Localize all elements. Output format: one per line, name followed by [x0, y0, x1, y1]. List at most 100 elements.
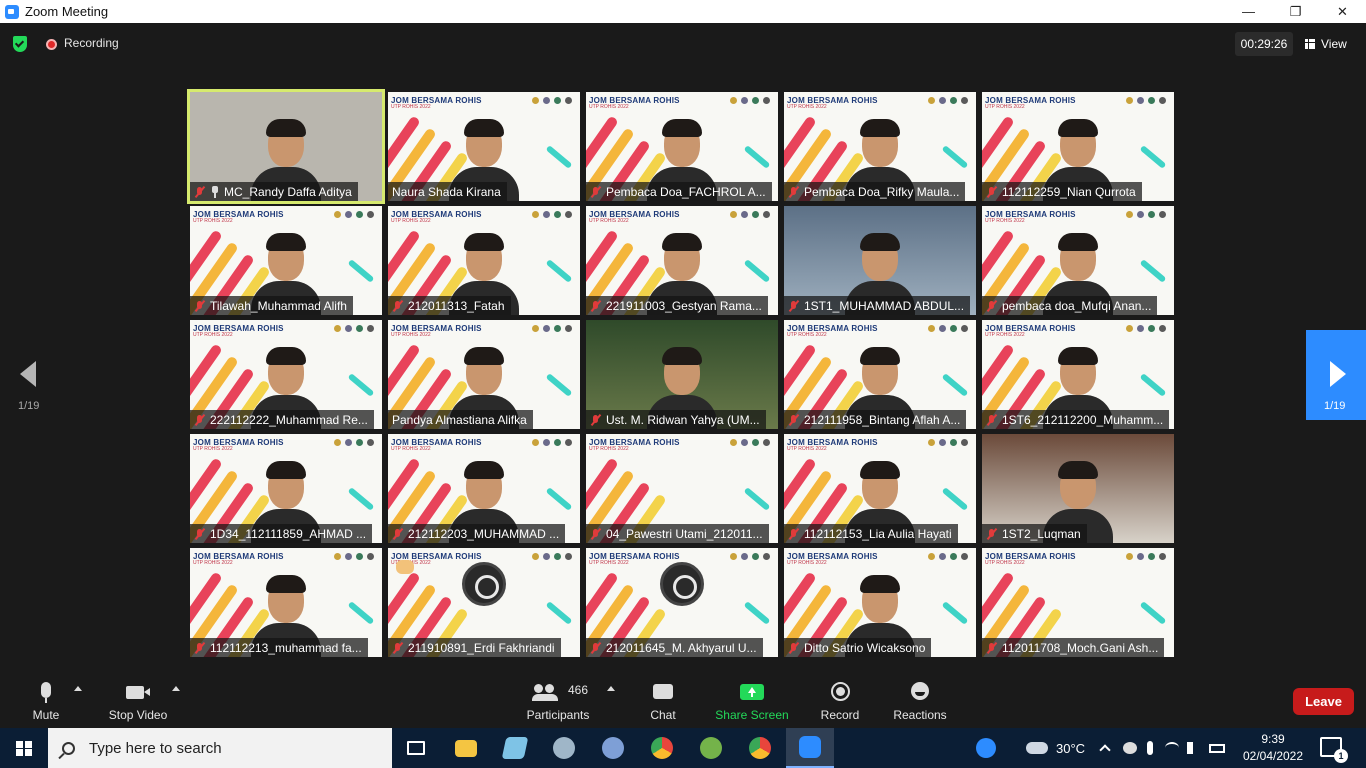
sponsor-logos — [1126, 553, 1166, 560]
taskbar-qgis[interactable] — [687, 728, 735, 768]
participant-tile[interactable]: 1ST2_Luqman — [982, 434, 1174, 543]
participant-tile[interactable]: 1ST1_MUHAMMAD ABDUL... — [784, 206, 976, 315]
participant-tile[interactable]: JOM BERSAMA ROHIS UTP ROHIS 2022 1ST6_2121… — [982, 320, 1174, 429]
audio-options-chevron-icon[interactable] — [74, 686, 82, 691]
view-button[interactable]: View — [1305, 32, 1347, 56]
mute-button[interactable]: Mute — [26, 672, 66, 728]
participant-tile[interactable]: JOM BERSAMA ROHIS UTP ROHIS 2022 212111958… — [784, 320, 976, 429]
stop-video-button[interactable]: Stop Video — [104, 672, 172, 728]
event-logo-sub: UTP ROHIS 2022 — [589, 560, 629, 566]
participant-tile[interactable]: JOM BERSAMA ROHIS UTP ROHIS 2022 212112203… — [388, 434, 580, 543]
participant-name: 221911003_Gestyan Rama... — [606, 298, 762, 313]
event-logo-sub: UTP ROHIS 2022 — [391, 218, 431, 224]
minimize-button[interactable]: — — [1225, 0, 1272, 23]
participant-tile[interactable]: JOM BERSAMA ROHISUTP ROHIS 2022211910891… — [388, 548, 580, 657]
chat-bubble-icon — [653, 684, 673, 699]
sponsor-logos — [532, 553, 572, 560]
tray-overflow-chevron-icon[interactable] — [1099, 744, 1111, 756]
participant-tile[interactable]: JOM BERSAMA ROHIS UTP ROHIS 2022 212011313… — [388, 206, 580, 315]
start-button[interactable] — [0, 728, 48, 768]
weather-temperature[interactable]: 30°C — [1056, 741, 1085, 756]
reactions-button[interactable]: Reactions — [892, 672, 948, 728]
participant-nameplate: Pandya Almastiana Alifka — [388, 410, 533, 429]
participant-tile[interactable]: JOM BERSAMA ROHIS UTP ROHIS 2022 112112259… — [982, 92, 1174, 201]
chat-button[interactable]: Chat — [642, 672, 684, 728]
participant-name: 212011645_M. Akhyarul U... — [606, 640, 757, 655]
taskbar-app-r[interactable] — [589, 728, 637, 768]
video-options-chevron-icon[interactable] — [172, 686, 180, 691]
participant-tile[interactable]: JOM BERSAMA ROHIS UTP ROHIS 2022 Ditto Sat… — [784, 548, 976, 657]
participant-tile[interactable]: JOM BERSAMA ROHIS UTP ROHIS 2022 112112213… — [190, 548, 382, 657]
participant-name: Pembaca Doa_FACHROL A... — [606, 184, 766, 199]
record-button[interactable]: Record — [818, 672, 862, 728]
participant-name: 1ST1_MUHAMMAD ABDUL... — [804, 298, 965, 313]
help-icon[interactable] — [976, 738, 996, 758]
security-shield-icon[interactable] — [13, 36, 27, 52]
background-accent — [545, 145, 573, 169]
sponsor-logos — [334, 211, 374, 218]
participant-tile[interactable]: JOM BERSAMA ROHIS UTP ROHIS 2022 04_Pawest… — [586, 434, 778, 543]
participant-tile[interactable]: JOM BERSAMA ROHIS UTP ROHIS 2022 pembaca d… — [982, 206, 1174, 315]
battery-icon[interactable] — [1209, 743, 1226, 753]
share-screen-button[interactable]: Share Screen — [714, 672, 790, 728]
participant-tile[interactable]: JOM BERSAMA ROHIS UTP ROHIS 2022 221911003… — [586, 206, 778, 315]
participant-tile[interactable]: MC_Randy Daffa Aditya — [187, 89, 385, 204]
close-button[interactable]: ✕ — [1319, 0, 1366, 23]
next-page-label: 1/19 — [1324, 400, 1346, 412]
recording-label[interactable]: Recording — [64, 36, 119, 50]
event-logo-sub: UTP ROHIS 2022 — [391, 104, 431, 110]
taskbar-clock[interactable]: 9:39 02/04/2022 — [1240, 731, 1306, 765]
participant-name: 112011708_Moch.Gani Ash... — [1002, 640, 1159, 655]
event-logo-sub: UTP ROHIS 2022 — [193, 332, 233, 338]
event-logo-sub: UTP ROHIS 2022 — [787, 560, 827, 566]
participant-tile[interactable]: JOM BERSAMA ROHIS UTP ROHIS 2022 112112153… — [784, 434, 976, 543]
sponsor-logos — [730, 439, 770, 446]
participant-tile[interactable]: JOM BERSAMA ROHIS UTP ROHIS 2022 Tilawah_M… — [190, 206, 382, 315]
share-screen-icon — [740, 684, 764, 700]
participant-name: Ust. M. Ridwan Yahya (UM... — [606, 412, 760, 427]
task-view-button[interactable] — [392, 728, 440, 768]
taskbar-file-explorer[interactable] — [442, 728, 490, 768]
muted-mic-icon — [194, 300, 206, 312]
muted-mic-icon — [194, 642, 206, 654]
participants-button[interactable]: 466 Participants — [522, 672, 594, 728]
taskbar-search-box[interactable]: Type here to search — [48, 728, 392, 768]
network-status-icon[interactable] — [1123, 742, 1138, 754]
task-view-icon — [407, 741, 425, 755]
participant-tile[interactable]: Ust. M. Ridwan Yahya (UM... — [586, 320, 778, 429]
participant-nameplate: 112112153_Lia Aulia Hayati — [784, 524, 958, 543]
taskbar-chrome-profile[interactable] — [736, 728, 784, 768]
next-page-button[interactable]: 1/19 — [1306, 330, 1366, 420]
notification-center-icon[interactable]: 1 — [1320, 737, 1348, 763]
event-logo-sub: UTP ROHIS 2022 — [391, 332, 431, 338]
background-accent — [347, 487, 375, 511]
background-accent — [941, 487, 969, 511]
background-accent — [545, 259, 573, 283]
participant-tile[interactable]: JOM BERSAMA ROHIS UTP ROHIS 2022 Naura Sha… — [388, 92, 580, 201]
participant-tile[interactable]: JOM BERSAMA ROHIS UTP ROHIS 2022 Pandya Al… — [388, 320, 580, 429]
wifi-icon[interactable] — [1165, 742, 1180, 754]
speaker-icon[interactable] — [1187, 742, 1199, 754]
previous-page-button[interactable]: 1/19 — [0, 330, 60, 420]
taskbar-app-notes[interactable] — [491, 728, 539, 768]
participant-name: 112112213_muhammad fa... — [210, 640, 362, 655]
mute-label: Mute — [32, 708, 60, 722]
microphone-tray-icon[interactable] — [1147, 741, 1154, 755]
taskbar-app-gears[interactable] — [540, 728, 588, 768]
participant-tile[interactable]: JOM BERSAMA ROHIS UTP ROHIS 2022 1D34_1121… — [190, 434, 382, 543]
participant-name: Naura Shada Kirana — [392, 184, 501, 199]
sponsor-logos — [928, 553, 968, 560]
maximize-button[interactable]: ❐ — [1272, 0, 1319, 23]
participant-nameplate: 212112203_MUHAMMAD ... — [388, 524, 566, 543]
record-icon — [831, 682, 850, 701]
participant-tile[interactable]: JOM BERSAMA ROHIS UTP ROHIS 2022 Pembaca D… — [784, 92, 976, 201]
participant-tile[interactable]: JOM BERSAMA ROHIS UTP ROHIS 2022 Pembaca D… — [586, 92, 778, 201]
participant-tile[interactable]: JOM BERSAMA ROHIS UTP ROHIS 2022 212011645… — [586, 548, 778, 657]
participants-options-chevron-icon[interactable] — [607, 686, 615, 691]
muted-mic-icon — [194, 528, 206, 540]
participant-tile[interactable]: JOM BERSAMA ROHIS UTP ROHIS 2022 222112222… — [190, 320, 382, 429]
taskbar-zoom[interactable] — [786, 728, 834, 768]
taskbar-chrome[interactable] — [638, 728, 686, 768]
leave-button[interactable]: Leave — [1293, 688, 1354, 715]
participant-tile[interactable]: JOM BERSAMA ROHIS UTP ROHIS 2022 112011708… — [982, 548, 1174, 657]
